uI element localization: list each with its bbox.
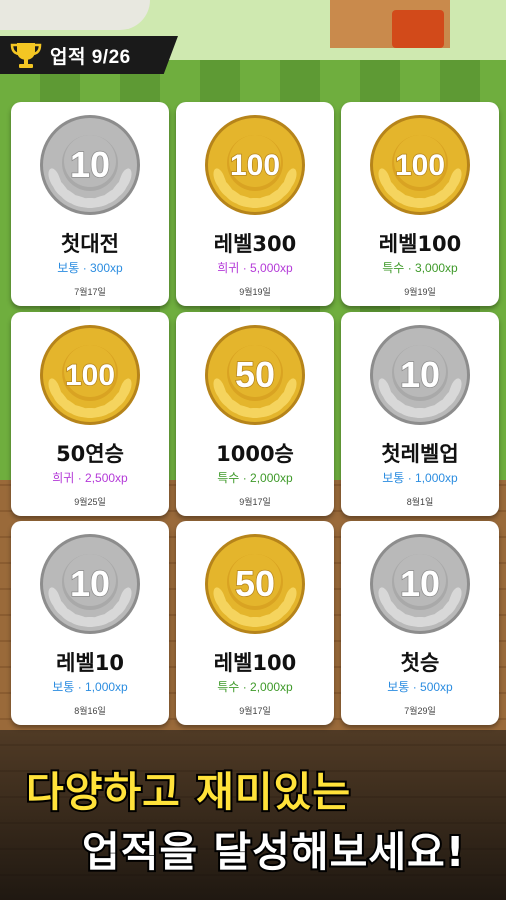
achievement-rank: 보통 <box>52 680 75 694</box>
achievement-date: 9월19일 <box>404 287 436 297</box>
achievement-name: 1000승 <box>216 442 294 466</box>
separator-dot: · <box>239 680 251 694</box>
achievement-date: 9월19일 <box>239 287 271 297</box>
achievement-reward: 보통 · 500xp <box>341 678 499 695</box>
achievement-rank: 희귀 <box>52 471 75 485</box>
silver-medal-icon: 10 <box>39 533 141 635</box>
achievement-name: 첫레벨업 <box>381 442 459 466</box>
achievement-rank: 특수 <box>382 261 405 275</box>
achievement-name: 첫승 <box>400 651 440 675</box>
achievement-rank: 특수 <box>217 471 240 485</box>
achievement-date: 9월17일 <box>239 706 271 716</box>
medal-number: 50 <box>235 354 275 395</box>
silver-medal-icon: 10 <box>369 533 471 635</box>
achievement-name: 레벨10 <box>56 651 124 675</box>
trophy-icon <box>10 41 42 69</box>
silver-medal-icon: 10 <box>39 114 141 216</box>
achievement-reward: 특수 · 3,000xp <box>341 259 499 276</box>
achievement-reward: 희귀 · 5,000xp <box>176 259 334 276</box>
achievement-xp: 3,000xp <box>415 261 458 275</box>
achievement-date: 9월17일 <box>239 497 271 507</box>
gold-medal-icon: 50 <box>204 533 306 635</box>
achievement-card[interactable]: 50 1000승특수 · 2,000xp 9월17일 <box>176 312 334 516</box>
achievement-name: 레벨100 <box>213 651 297 675</box>
achievement-date: 7월17일 <box>74 287 106 297</box>
medal-number: 10 <box>400 354 440 395</box>
gold-medal-icon: 100 <box>204 114 306 216</box>
medal-number: 100 <box>65 359 115 392</box>
achievement-count: 업적 9/26 <box>50 46 131 68</box>
achievement-rank: 보통 <box>382 471 405 485</box>
background-sign <box>392 10 444 48</box>
gold-medal-icon: 50 <box>204 324 306 426</box>
achievement-xp: 2,000xp <box>250 680 293 694</box>
achievement-date: 9월25일 <box>74 497 106 507</box>
achievement-reward: 희귀 · 2,500xp <box>11 469 169 486</box>
slogan-line-1: 다양하고 재미있는 <box>24 766 352 818</box>
achievement-date: 7월29일 <box>404 706 436 716</box>
slogan-line-2: 업적을 달성해보세요! <box>80 826 466 878</box>
separator-dot: · <box>239 471 251 485</box>
achievement-rank: 희귀 <box>217 261 240 275</box>
medal-number: 100 <box>395 149 445 182</box>
achievement-card[interactable]: 10 첫승보통 · 500xp 7월29일 <box>341 521 499 725</box>
achievement-rank: 보통 <box>387 680 410 694</box>
separator-dot: · <box>74 471 86 485</box>
achievement-rank: 보통 <box>57 261 80 275</box>
achievement-xp: 5,000xp <box>250 261 293 275</box>
achievement-header: 업적 9/26 <box>0 36 178 74</box>
achievement-reward: 특수 · 2,000xp <box>176 678 334 695</box>
medal-number: 50 <box>235 563 275 604</box>
separator-dot: · <box>409 680 421 694</box>
achievement-reward: 보통 · 1,000xp <box>341 469 499 486</box>
achievement-name: 50연승 <box>56 442 124 466</box>
gold-medal-icon: 100 <box>369 114 471 216</box>
separator-dot: · <box>239 261 251 275</box>
achievement-xp: 2,500xp <box>85 471 128 485</box>
achievement-card[interactable]: 10 레벨10 보통 · 1,000xp 8월16일 <box>11 521 169 725</box>
background-cloud <box>0 0 150 30</box>
medal-number: 10 <box>400 563 440 604</box>
achievement-xp: 2,000xp <box>250 471 293 485</box>
achievement-card[interactable]: 100 50연승희귀 · 2,500xp 9월25일 <box>11 312 169 516</box>
separator-dot: · <box>74 680 86 694</box>
gold-medal-icon: 100 <box>39 324 141 426</box>
achievement-reward: 특수 · 2,000xp <box>176 469 334 486</box>
achievement-xp: 300xp <box>90 261 123 275</box>
medal-number: 10 <box>70 144 110 185</box>
achievement-name: 레벨100 <box>378 232 462 256</box>
silver-medal-icon: 10 <box>369 324 471 426</box>
achievement-name: 첫대전 <box>61 232 119 256</box>
achievement-card[interactable]: 10 첫대전보통 · 300xp 7월17일 <box>11 102 169 306</box>
achievement-xp: 1,000xp <box>85 680 128 694</box>
achievement-card[interactable]: 50 레벨100 특수 · 2,000xp 9월17일 <box>176 521 334 725</box>
separator-dot: · <box>79 261 91 275</box>
medal-number: 100 <box>230 149 280 182</box>
achievement-rank: 특수 <box>217 680 240 694</box>
achievement-card[interactable]: 100 레벨100 특수 · 3,000xp 9월19일 <box>341 102 499 306</box>
achievement-card[interactable]: 100 레벨300 희귀 · 5,000xp 9월19일 <box>176 102 334 306</box>
achievement-name: 레벨300 <box>213 232 297 256</box>
achievement-reward: 보통 · 300xp <box>11 259 169 276</box>
achievement-date: 8월1일 <box>406 497 434 507</box>
separator-dot: · <box>404 471 416 485</box>
achievement-date: 8월16일 <box>74 706 106 716</box>
achievement-reward: 보통 · 1,000xp <box>11 678 169 695</box>
achievement-xp: 500xp <box>420 680 453 694</box>
achievement-xp: 1,000xp <box>415 471 458 485</box>
medal-number: 10 <box>70 563 110 604</box>
achievement-card[interactable]: 10 첫레벨업보통 · 1,000xp 8월1일 <box>341 312 499 516</box>
separator-dot: · <box>404 261 416 275</box>
